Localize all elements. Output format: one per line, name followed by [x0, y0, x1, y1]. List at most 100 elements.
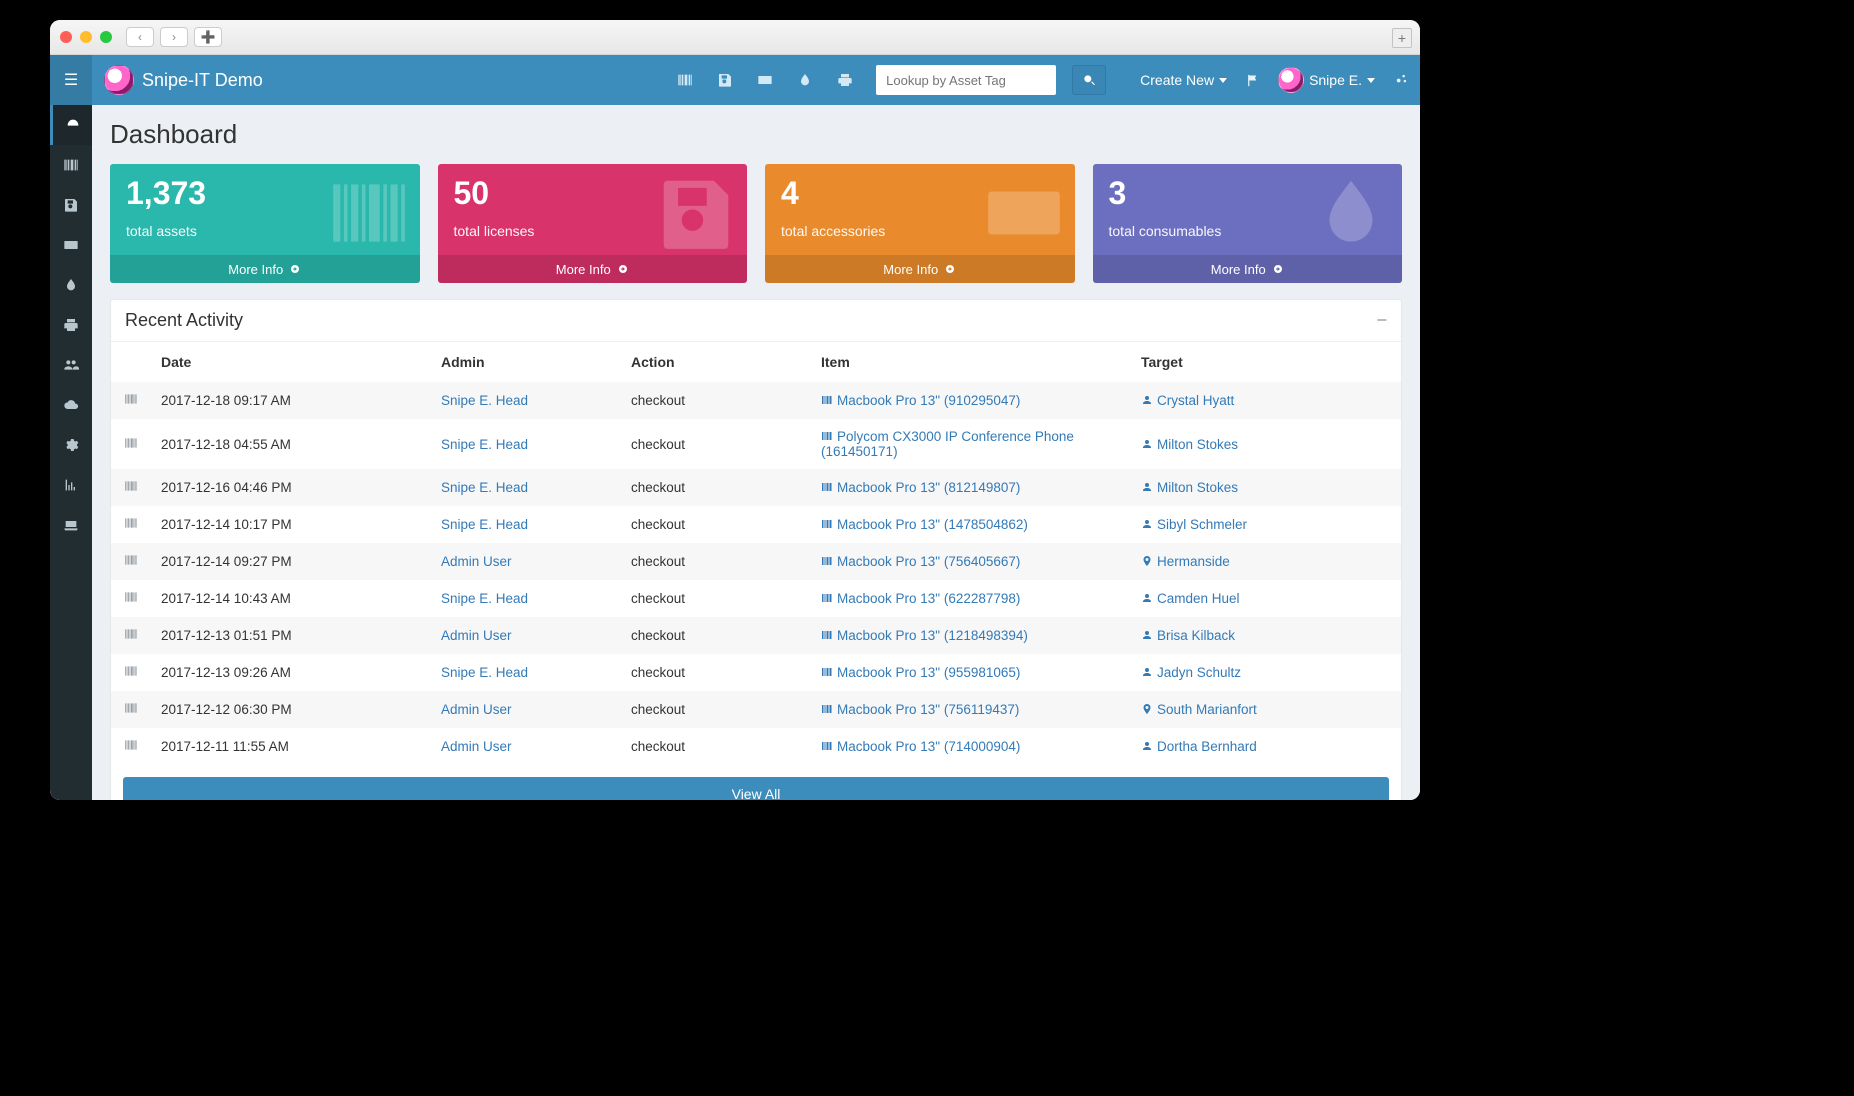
- table-row: 2017-12-14 10:43 AMSnipe E. Headcheckout…: [111, 580, 1401, 617]
- stat-card-tint[interactable]: 3total consumablesMore Info: [1093, 164, 1403, 283]
- sidebar-item-import[interactable]: [50, 385, 92, 425]
- user-icon: [1141, 518, 1153, 530]
- content: Dashboard 1,373total assetsMore Info 50t…: [92, 105, 1420, 800]
- more-info-link[interactable]: More Info: [438, 255, 748, 283]
- user-icon: [1141, 438, 1153, 450]
- target-link[interactable]: Milton Stokes: [1157, 437, 1238, 452]
- quick-component-icon[interactable]: [836, 71, 854, 89]
- more-info-link[interactable]: More Info: [1093, 255, 1403, 283]
- admin-link[interactable]: Admin User: [441, 628, 512, 643]
- item-link[interactable]: Macbook Pro 13" (756119437): [837, 702, 1019, 717]
- quick-consumable-icon[interactable]: [796, 71, 814, 89]
- sidebar-item-reports[interactable]: [50, 465, 92, 505]
- sidebar-item-dashboard[interactable]: [50, 105, 92, 145]
- target-link[interactable]: Crystal Hyatt: [1157, 393, 1234, 408]
- cell-date: 2017-12-14 10:17 PM: [151, 506, 431, 543]
- more-info-link[interactable]: More Info: [110, 255, 420, 283]
- target-link[interactable]: Milton Stokes: [1157, 480, 1238, 495]
- brand[interactable]: Snipe-IT Demo: [104, 65, 263, 95]
- admin-link[interactable]: Snipe E. Head: [441, 437, 528, 452]
- item-link[interactable]: Macbook Pro 13" (1218498394): [837, 628, 1028, 643]
- cell-date: 2017-12-18 04:55 AM: [151, 419, 431, 469]
- target-link[interactable]: Jadyn Schultz: [1157, 665, 1241, 680]
- admin-settings-button[interactable]: [1393, 73, 1408, 88]
- cell-date: 2017-12-13 01:51 PM: [151, 617, 431, 654]
- item-link[interactable]: Macbook Pro 13" (812149807): [837, 480, 1020, 495]
- cell-date: 2017-12-11 11:55 AM: [151, 728, 431, 765]
- admin-link[interactable]: Admin User: [441, 702, 512, 717]
- target-link[interactable]: South Marianfort: [1157, 702, 1257, 717]
- create-new-menu[interactable]: Create New: [1140, 72, 1227, 88]
- sidebar-item-assets[interactable]: [50, 145, 92, 185]
- target-link[interactable]: Sibyl Schmeler: [1157, 517, 1247, 532]
- admin-link[interactable]: Snipe E. Head: [441, 480, 528, 495]
- cell-action: checkout: [621, 580, 811, 617]
- item-link[interactable]: Macbook Pro 13" (756405667): [837, 554, 1020, 569]
- close-window-button[interactable]: [60, 31, 72, 43]
- keyboard-icon: [981, 170, 1067, 259]
- sidebar-item-settings[interactable]: [50, 425, 92, 465]
- admin-link[interactable]: Snipe E. Head: [441, 517, 528, 532]
- table-row: 2017-12-11 11:55 AMAdmin UsercheckoutMac…: [111, 728, 1401, 765]
- dashboard-icon: [65, 117, 81, 133]
- sidebar-item-accessories[interactable]: [50, 225, 92, 265]
- sidebar-item-people[interactable]: [50, 345, 92, 385]
- column-header: Target: [1131, 342, 1401, 382]
- caret-down-icon: [1219, 78, 1227, 83]
- target-link[interactable]: Brisa Kilback: [1157, 628, 1235, 643]
- asset-search-input[interactable]: [876, 65, 1056, 95]
- item-link[interactable]: Polycom CX3000 IP Conference Phone (1614…: [821, 429, 1074, 459]
- reload-button[interactable]: ➕: [194, 27, 222, 47]
- sidebar-item-components[interactable]: [50, 305, 92, 345]
- collapse-button[interactable]: −: [1376, 310, 1387, 331]
- column-header: Date: [151, 342, 431, 382]
- sidebar-item-consumables[interactable]: [50, 265, 92, 305]
- quick-license-icon[interactable]: [716, 71, 734, 89]
- stat-card-save[interactable]: 50total licensesMore Info: [438, 164, 748, 283]
- item-link[interactable]: Macbook Pro 13" (1478504862): [837, 517, 1028, 532]
- item-link[interactable]: Macbook Pro 13" (714000904): [837, 739, 1020, 754]
- stat-card-barcode[interactable]: 1,373total assetsMore Info: [110, 164, 420, 283]
- view-all-button[interactable]: View All: [123, 777, 1389, 800]
- back-button[interactable]: ‹: [126, 27, 154, 47]
- target-link[interactable]: Camden Huel: [1157, 591, 1240, 606]
- admin-link[interactable]: Snipe E. Head: [441, 591, 528, 606]
- item-link[interactable]: Macbook Pro 13" (955981065): [837, 665, 1020, 680]
- cell-target: Hermanside: [1131, 543, 1401, 580]
- item-link[interactable]: Macbook Pro 13" (622287798): [837, 591, 1020, 606]
- cogs-icon: [1393, 73, 1408, 88]
- more-info-link[interactable]: More Info: [765, 255, 1075, 283]
- admin-link[interactable]: Snipe E. Head: [441, 665, 528, 680]
- minimize-window-button[interactable]: [80, 31, 92, 43]
- barcode-icon: [821, 555, 833, 567]
- admin-link[interactable]: Admin User: [441, 554, 512, 569]
- laptop-icon: [63, 517, 79, 533]
- target-link[interactable]: Dortha Bernhard: [1157, 739, 1257, 754]
- new-tab-button[interactable]: +: [1392, 28, 1412, 48]
- app-title: Snipe-IT Demo: [142, 70, 263, 91]
- asset-search-button[interactable]: [1072, 65, 1106, 95]
- user-menu[interactable]: Snipe E.: [1278, 67, 1375, 93]
- admin-link[interactable]: Admin User: [441, 739, 512, 754]
- quick-accessory-icon[interactable]: [756, 71, 774, 89]
- cell-admin: Snipe E. Head: [431, 506, 621, 543]
- arrow-right-icon: [1272, 263, 1284, 275]
- cell-date: 2017-12-14 09:27 PM: [151, 543, 431, 580]
- stat-card-keyboard[interactable]: 4total accessoriesMore Info: [765, 164, 1075, 283]
- row-type-icon: [111, 580, 151, 617]
- quick-asset-icon[interactable]: [676, 71, 694, 89]
- target-link[interactable]: Hermanside: [1157, 554, 1230, 569]
- zoom-window-button[interactable]: [100, 31, 112, 43]
- forward-button[interactable]: ›: [160, 27, 188, 47]
- sidebar-item-requestable[interactable]: [50, 505, 92, 545]
- sidebar-toggle-button[interactable]: ☰: [50, 55, 92, 105]
- cell-date: 2017-12-13 09:26 AM: [151, 654, 431, 691]
- sidebar-item-licenses[interactable]: [50, 185, 92, 225]
- admin-link[interactable]: Snipe E. Head: [441, 393, 528, 408]
- cell-target: South Marianfort: [1131, 691, 1401, 728]
- alerts-button[interactable]: [1245, 73, 1260, 88]
- barcode-icon: [821, 666, 833, 678]
- cell-item: Macbook Pro 13" (622287798): [811, 580, 1131, 617]
- cell-target: Sibyl Schmeler: [1131, 506, 1401, 543]
- item-link[interactable]: Macbook Pro 13" (910295047): [837, 393, 1020, 408]
